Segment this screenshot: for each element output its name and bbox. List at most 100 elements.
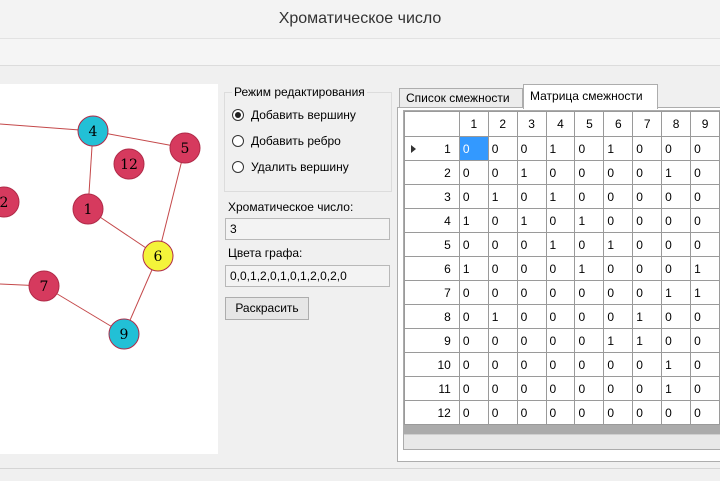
- matrix-cell[interactable]: 0: [603, 160, 634, 185]
- matrix-cell[interactable]: 0: [603, 304, 634, 329]
- tab-adjacency-matrix[interactable]: Матрица смежности: [523, 84, 658, 109]
- matrix-cell[interactable]: 1: [574, 208, 605, 233]
- matrix-cell[interactable]: 1: [632, 328, 663, 353]
- matrix-cell[interactable]: 0: [632, 136, 663, 161]
- matrix-cell[interactable]: 0: [661, 400, 692, 425]
- matrix-cell[interactable]: 0: [603, 184, 634, 209]
- matrix-cell[interactable]: 0: [545, 400, 576, 425]
- matrix-cell[interactable]: 0: [545, 160, 576, 185]
- matrix-cell[interactable]: 0: [690, 160, 720, 185]
- matrix-cell[interactable]: 0: [487, 352, 518, 377]
- matrix-cell[interactable]: 0: [632, 280, 663, 305]
- colorize-button[interactable]: Раскрасить: [225, 297, 309, 320]
- matrix-cell[interactable]: 0: [545, 304, 576, 329]
- matrix-cell[interactable]: 0: [574, 184, 605, 209]
- matrix-column-header[interactable]: 8: [661, 111, 692, 137]
- matrix-cell[interactable]: 0: [516, 280, 547, 305]
- radio-add-edge-dot[interactable]: [232, 135, 244, 147]
- matrix-cell[interactable]: 0: [487, 256, 518, 281]
- matrix-cell[interactable]: 0: [458, 328, 489, 353]
- matrix-cell[interactable]: 0: [458, 304, 489, 329]
- matrix-cell[interactable]: 0: [632, 352, 663, 377]
- graph-vertex-5[interactable]: 5: [169, 132, 201, 164]
- matrix-cell[interactable]: 0: [574, 232, 605, 257]
- matrix-row-header[interactable]: 11: [404, 376, 460, 401]
- matrix-cell[interactable]: 1: [458, 256, 489, 281]
- matrix-cell[interactable]: 0: [690, 376, 720, 401]
- matrix-cell[interactable]: 0: [516, 232, 547, 257]
- matrix-cell[interactable]: 0: [690, 184, 720, 209]
- graph-vertex-1[interactable]: 1: [72, 193, 104, 225]
- matrix-cell[interactable]: 1: [574, 256, 605, 281]
- matrix-cell[interactable]: 1: [661, 160, 692, 185]
- matrix-cell[interactable]: 0: [690, 208, 720, 233]
- matrix-cell[interactable]: 0: [458, 352, 489, 377]
- radio-add-edge[interactable]: Добавить ребро: [232, 132, 341, 150]
- matrix-cell[interactable]: 1: [661, 280, 692, 305]
- matrix-row-header[interactable]: 12: [404, 400, 460, 425]
- matrix-horizontal-scrollbar[interactable]: [404, 434, 720, 449]
- radio-add-vertex-dot[interactable]: [232, 109, 244, 121]
- matrix-column-header[interactable]: 2: [487, 111, 518, 137]
- matrix-cell[interactable]: 1: [487, 304, 518, 329]
- matrix-cell[interactable]: 1: [603, 328, 634, 353]
- matrix-row-header[interactable]: 10: [404, 352, 460, 377]
- matrix-cell[interactable]: 0: [516, 136, 547, 161]
- matrix-cell[interactable]: 0: [458, 280, 489, 305]
- matrix-cell[interactable]: 0: [458, 376, 489, 401]
- matrix-cell[interactable]: 0: [516, 400, 547, 425]
- matrix-cell[interactable]: 0: [458, 184, 489, 209]
- matrix-column-header[interactable]: 4: [545, 111, 576, 137]
- chromatic-field[interactable]: 3: [225, 218, 390, 240]
- matrix-column-header[interactable]: 7: [632, 111, 663, 137]
- matrix-cell[interactable]: 0: [487, 232, 518, 257]
- matrix-cell[interactable]: 0: [574, 280, 605, 305]
- matrix-row-header[interactable]: 7: [404, 280, 460, 305]
- matrix-cell[interactable]: 0: [487, 376, 518, 401]
- graph-vertex-12[interactable]: 12: [113, 148, 145, 180]
- matrix-cell[interactable]: 0: [574, 304, 605, 329]
- graph-canvas[interactable]: 1 2 4 5 6 7 9 12: [0, 84, 218, 454]
- matrix-column-header[interactable]: 6: [603, 111, 634, 137]
- matrix-cell[interactable]: 0: [516, 184, 547, 209]
- matrix-cell[interactable]: 0: [574, 352, 605, 377]
- matrix-column-header[interactable]: 1: [458, 111, 489, 137]
- matrix-cell[interactable]: 0: [545, 376, 576, 401]
- matrix-cell[interactable]: 0: [661, 208, 692, 233]
- matrix-cell[interactable]: 0: [632, 400, 663, 425]
- graph-vertex-6[interactable]: 6: [142, 240, 174, 272]
- graph-colors-field[interactable]: 0,0,1,2,0,1,0,1,2,0,2,0: [225, 265, 390, 287]
- matrix-cell[interactable]: 0: [516, 376, 547, 401]
- matrix-cell[interactable]: 0: [487, 136, 518, 161]
- matrix-cell[interactable]: 1: [632, 304, 663, 329]
- matrix-cell[interactable]: 1: [487, 184, 518, 209]
- graph-vertex-4[interactable]: 4: [77, 115, 109, 147]
- matrix-cell[interactable]: 1: [661, 376, 692, 401]
- matrix-cell[interactable]: 0: [487, 160, 518, 185]
- matrix-cell[interactable]: 1: [516, 160, 547, 185]
- matrix-cell[interactable]: 0: [661, 304, 692, 329]
- matrix-cell[interactable]: 0: [516, 352, 547, 377]
- matrix-cell[interactable]: 0: [603, 400, 634, 425]
- matrix-cell[interactable]: 1: [661, 352, 692, 377]
- matrix-cell[interactable]: 0: [632, 376, 663, 401]
- radio-add-vertex[interactable]: Добавить вершину: [232, 106, 356, 124]
- matrix-cell[interactable]: 0: [516, 256, 547, 281]
- matrix-cell[interactable]: 0: [458, 160, 489, 185]
- matrix-row-header[interactable]: 6: [404, 256, 460, 281]
- matrix-cell[interactable]: 0: [632, 160, 663, 185]
- matrix-cell[interactable]: 1: [516, 208, 547, 233]
- matrix-cell[interactable]: 0: [545, 352, 576, 377]
- matrix-row-header[interactable]: 4: [404, 208, 460, 233]
- matrix-cell[interactable]: 0: [545, 256, 576, 281]
- matrix-cell[interactable]: 1: [545, 136, 576, 161]
- matrix-cell[interactable]: 0: [545, 280, 576, 305]
- matrix-cell[interactable]: 0: [487, 208, 518, 233]
- matrix-cell[interactable]: 0: [661, 256, 692, 281]
- matrix-column-header[interactable]: 3: [516, 111, 547, 137]
- matrix-row-header[interactable]: 5: [404, 232, 460, 257]
- matrix-cell[interactable]: 0: [574, 136, 605, 161]
- matrix-corner[interactable]: [404, 111, 460, 137]
- matrix-cell[interactable]: 0: [458, 136, 489, 161]
- matrix-cell[interactable]: 0: [545, 328, 576, 353]
